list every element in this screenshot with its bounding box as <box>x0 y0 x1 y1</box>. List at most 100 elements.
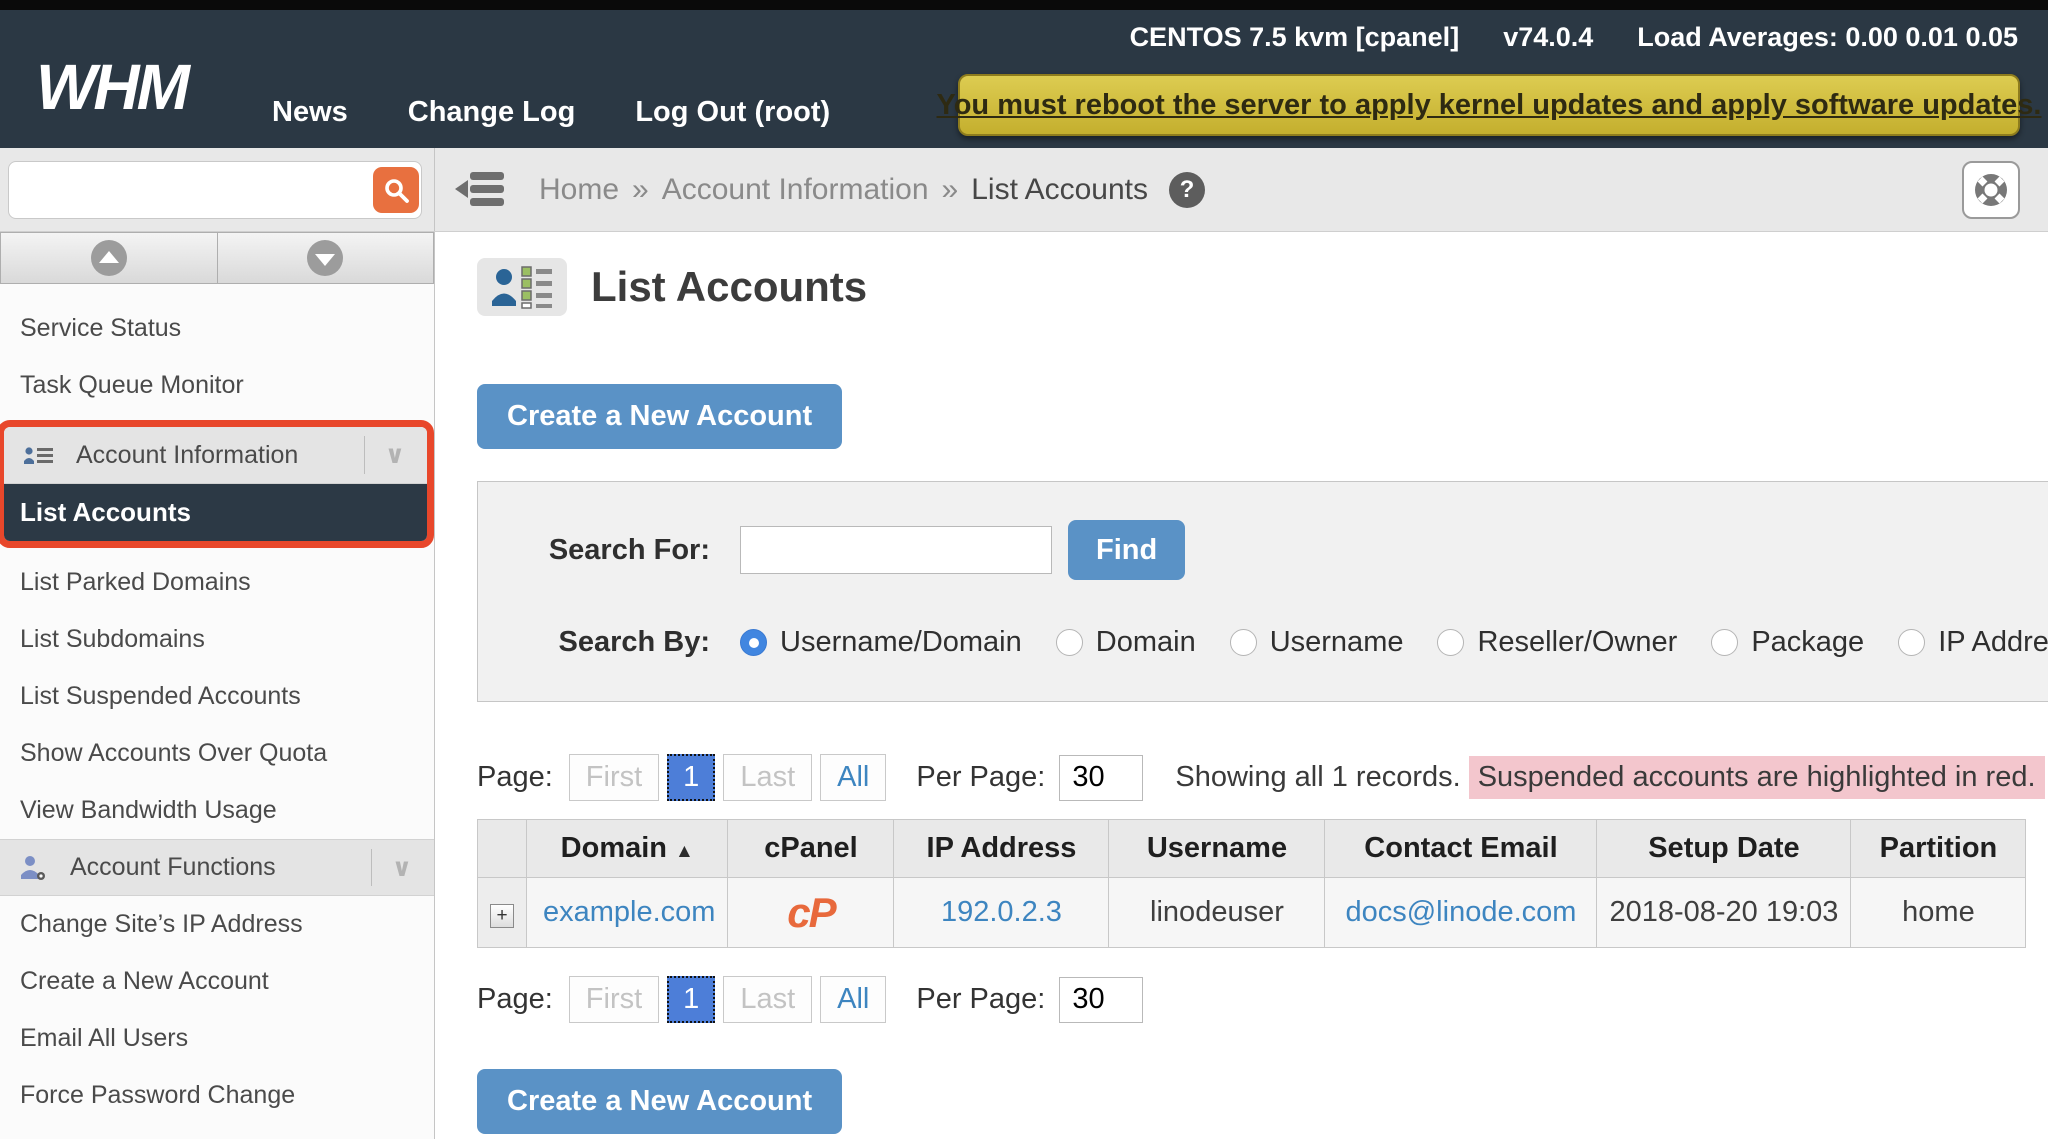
sidebar-item-show-accounts-over-quota[interactable]: Show Accounts Over Quota <box>0 725 434 782</box>
radio-icon[interactable] <box>1711 629 1738 656</box>
sidebar-section-account-functions[interactable]: Account Functions ∨ <box>0 839 434 896</box>
radio-icon[interactable] <box>1230 629 1257 656</box>
cell-contact-email: docs@linode.com <box>1325 878 1597 948</box>
scroll-up-button[interactable] <box>0 232 218 284</box>
sidebar-item-email-all-users[interactable]: Email All Users <box>0 1010 434 1067</box>
pagination-first-button[interactable]: First <box>569 976 659 1023</box>
column-cpanel[interactable]: cPanel <box>728 820 894 878</box>
radio-option-username-domain[interactable]: Username/Domain <box>740 626 1022 659</box>
pagination-first-button[interactable]: First <box>569 754 659 801</box>
nav-log-out[interactable]: Log Out (root) <box>635 96 830 129</box>
account-search-panel: Search For: Find Search By: Username/Dom… <box>477 481 2048 702</box>
section-divider <box>364 436 365 474</box>
per-page-label: Per Page: <box>916 983 1045 1016</box>
sidebar-section-label: Account Information <box>76 441 298 470</box>
nav-change-log[interactable]: Change Log <box>408 96 576 129</box>
column-setup-date[interactable]: Setup Date <box>1597 820 1851 878</box>
per-page-input[interactable] <box>1059 977 1143 1023</box>
radio-option-reseller-owner[interactable]: Reseller/Owner <box>1437 626 1677 659</box>
pagination-all-button[interactable]: All <box>820 754 886 801</box>
reboot-alert-banner[interactable]: You must reboot the server to apply kern… <box>958 74 2020 136</box>
cell-cpanel: cP <box>728 878 894 948</box>
per-page-label: Per Page: <box>916 761 1045 794</box>
find-button[interactable]: Find <box>1068 520 1185 580</box>
create-new-account-button-bottom[interactable]: Create a New Account <box>477 1069 842 1134</box>
radio-selected-icon[interactable] <box>740 629 767 656</box>
create-new-account-button-top[interactable]: Create a New Account <box>477 384 842 449</box>
status-load-averages: Load Averages: 0.00 0.01 0.05 <box>1637 22 2018 53</box>
chevron-down-icon[interactable]: ∨ <box>392 853 412 883</box>
pagination-current-page[interactable]: 1 <box>667 754 715 801</box>
sidebar-item-list-parked-domains[interactable]: List Parked Domains <box>0 554 434 611</box>
sidebar-item-change-sites-ip-address[interactable]: Change Site’s IP Address <box>0 896 434 953</box>
search-for-input[interactable] <box>740 526 1052 574</box>
records-note: Showing all 1 records. <box>1175 761 1460 794</box>
pagination-top: Page: First 1 Last All Per Page: Showing… <box>477 754 2048 801</box>
sidebar-item-view-bandwidth-usage[interactable]: View Bandwidth Usage <box>0 782 434 839</box>
collapse-sidebar-icon[interactable] <box>455 169 509 211</box>
radio-option-package[interactable]: Package <box>1711 626 1864 659</box>
breadcrumb-account-information[interactable]: Account Information <box>662 173 929 207</box>
account-functions-icon <box>20 855 48 881</box>
sidebar-item-task-queue-monitor[interactable]: Task Queue Monitor <box>0 357 434 414</box>
column-domain[interactable]: Domain▲ <box>527 820 728 878</box>
domain-link[interactable]: example.com <box>543 896 715 928</box>
column-contact-email[interactable]: Contact Email <box>1325 820 1597 878</box>
sidebar-item-list-suspended-accounts[interactable]: List Suspended Accounts <box>0 668 434 725</box>
sidebar-section-account-information[interactable]: Account Information ∨ <box>4 427 427 484</box>
breadcrumb-separator: » <box>632 173 649 207</box>
radio-option-domain[interactable]: Domain <box>1056 626 1196 659</box>
support-button[interactable] <box>1962 161 2020 219</box>
scroll-down-button[interactable] <box>218 232 435 284</box>
pagination-last-button[interactable]: Last <box>723 754 812 801</box>
status-os: CENTOS 7.5 kvm [cpanel] <box>1130 22 1460 53</box>
cell-partition: home <box>1851 878 2026 948</box>
radio-icon[interactable] <box>1056 629 1083 656</box>
radio-icon[interactable] <box>1898 629 1925 656</box>
header-nav: News Change Log Log Out (root) <box>272 96 830 129</box>
radio-option-username[interactable]: Username <box>1230 626 1404 659</box>
column-partition[interactable]: Partition <box>1851 820 2026 878</box>
contact-email-link[interactable]: docs@linode.com <box>1345 896 1576 928</box>
sidebar-item-list-subdomains[interactable]: List Subdomains <box>0 611 434 668</box>
radio-icon[interactable] <box>1437 629 1464 656</box>
cell-ip-address: 192.0.2.3 <box>894 878 1109 948</box>
accounts-table: Domain▲ cPanel IP Address Username Conta… <box>477 819 2026 948</box>
column-expand <box>478 820 527 878</box>
radio-label: Domain <box>1096 626 1196 659</box>
sidebar-item-force-password-change[interactable]: Force Password Change <box>0 1067 434 1124</box>
sidebar-section-label: Account Functions <box>70 853 276 882</box>
ip-address-link[interactable]: 192.0.2.3 <box>941 896 1062 928</box>
main-panel: List Accounts Create a New Account Searc… <box>435 232 2048 1139</box>
sidebar-search-area <box>0 148 435 231</box>
sidebar-item-service-status[interactable]: Service Status <box>0 300 434 357</box>
pagination-all-button[interactable]: All <box>820 976 886 1023</box>
expand-row-button[interactable]: + <box>490 904 514 928</box>
radio-option-ip-address[interactable]: IP Address <box>1898 626 2048 659</box>
search-button[interactable] <box>373 167 419 213</box>
chevron-down-icon[interactable]: ∨ <box>385 440 405 470</box>
pagination-current-page[interactable]: 1 <box>667 976 715 1023</box>
cell-setup-date: 2018-08-20 19:03 <box>1597 878 1851 948</box>
breadcrumb-bar: Home » Account Information » List Accoun… <box>0 148 2048 232</box>
nav-news[interactable]: News <box>272 96 348 129</box>
search-by-options: Username/Domain Domain Username Reseller… <box>740 626 2048 659</box>
sidebar-item-list-accounts-selected[interactable]: List Accounts <box>4 484 427 541</box>
page-label: Page: <box>477 983 553 1016</box>
radio-label: Reseller/Owner <box>1477 626 1677 659</box>
help-icon[interactable]: ? <box>1169 172 1205 208</box>
sidebar-search-input[interactable] <box>8 161 422 219</box>
column-username[interactable]: Username <box>1109 820 1325 878</box>
table-row: + example.com cP 192.0.2.3 linodeuser do… <box>478 878 2026 948</box>
cpanel-logo-icon[interactable]: cP <box>787 889 834 936</box>
whm-logo[interactable]: WHM <box>36 50 187 124</box>
sidebar-item-create-a-new-account[interactable]: Create a New Account <box>0 953 434 1010</box>
column-ip-address[interactable]: IP Address <box>894 820 1109 878</box>
sidebar-scroll-controls <box>0 232 434 284</box>
sidebar-item-limit-bandwidth-usage[interactable]: Limit Bandwidth Usage <box>0 1124 434 1139</box>
per-page-input[interactable] <box>1059 755 1143 801</box>
pagination-last-button[interactable]: Last <box>723 976 812 1023</box>
highlight-red-box: Account Information ∨ List Accounts <box>0 420 434 548</box>
breadcrumb-home[interactable]: Home <box>539 173 619 207</box>
pagination-bottom: Page: First 1 Last All Per Page: <box>477 976 2048 1023</box>
